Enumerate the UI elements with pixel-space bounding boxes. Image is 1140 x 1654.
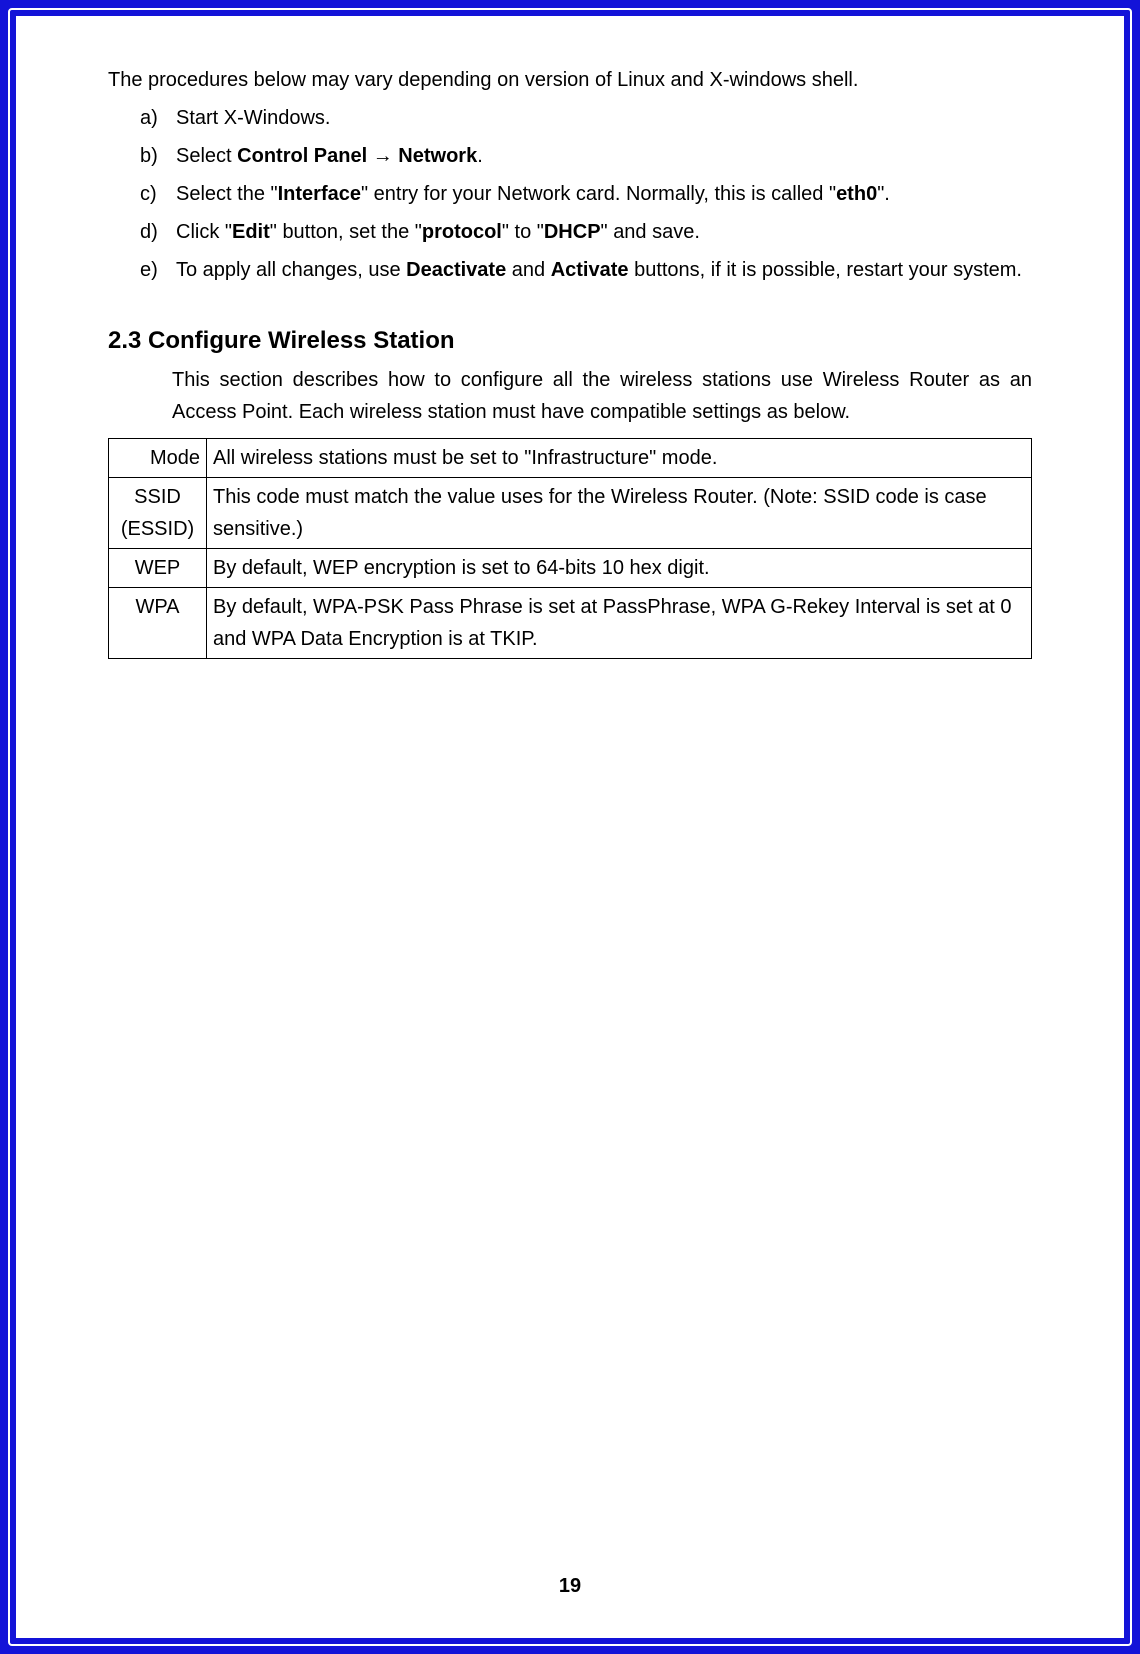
list-marker: b) [140,140,158,172]
list-text: Start X-Windows. [176,107,330,129]
list-text: Select Control Panel → Network. [176,145,483,167]
list-item: d) Click "Edit" button, set the "protoco… [140,216,1032,248]
list-marker: e) [140,254,158,286]
arrow-icon: → [373,145,393,167]
list-text: To apply all changes, use Deactivate and… [176,259,1022,281]
table-value: By default, WPA-PSK Pass Phrase is set a… [207,588,1032,659]
page-content: The procedures below may vary depending … [108,64,1032,659]
table-key: WEP [109,549,207,588]
page-number: 19 [16,1575,1124,1598]
list-item: e) To apply all changes, use Deactivate … [140,254,1032,286]
list-item: b) Select Control Panel → Network. [140,140,1032,172]
list-item: c) Select the "Interface" entry for your… [140,178,1032,210]
config-table: Mode All wireless stations must be set t… [108,438,1032,659]
table-row: WEP By default, WEP encryption is set to… [109,549,1032,588]
table-value: All wireless stations must be set to "In… [207,439,1032,478]
intro-text: The procedures below may vary depending … [108,64,1032,96]
table-value: By default, WEP encryption is set to 64-… [207,549,1032,588]
list-marker: d) [140,216,158,248]
list-marker: a) [140,102,158,134]
list-text: Select the "Interface" entry for your Ne… [176,183,890,205]
table-key: Mode [109,439,207,478]
table-row: Mode All wireless stations must be set t… [109,439,1032,478]
table-value: This code must match the value uses for … [207,478,1032,549]
table-key: WPA [109,588,207,659]
list-marker: c) [140,178,157,210]
section-heading: 2.3 Configure Wireless Station [108,322,1032,360]
list-item: a) Start X-Windows. [140,102,1032,134]
list-text: Click "Edit" button, set the "protocol" … [176,221,700,243]
section-description: This section describes how to configure … [108,364,1032,428]
procedure-list: a) Start X-Windows. b) Select Control Pa… [108,102,1032,286]
table-row: SSID (ESSID) This code must match the va… [109,478,1032,549]
table-key: SSID (ESSID) [109,478,207,549]
table-row: WPA By default, WPA-PSK Pass Phrase is s… [109,588,1032,659]
